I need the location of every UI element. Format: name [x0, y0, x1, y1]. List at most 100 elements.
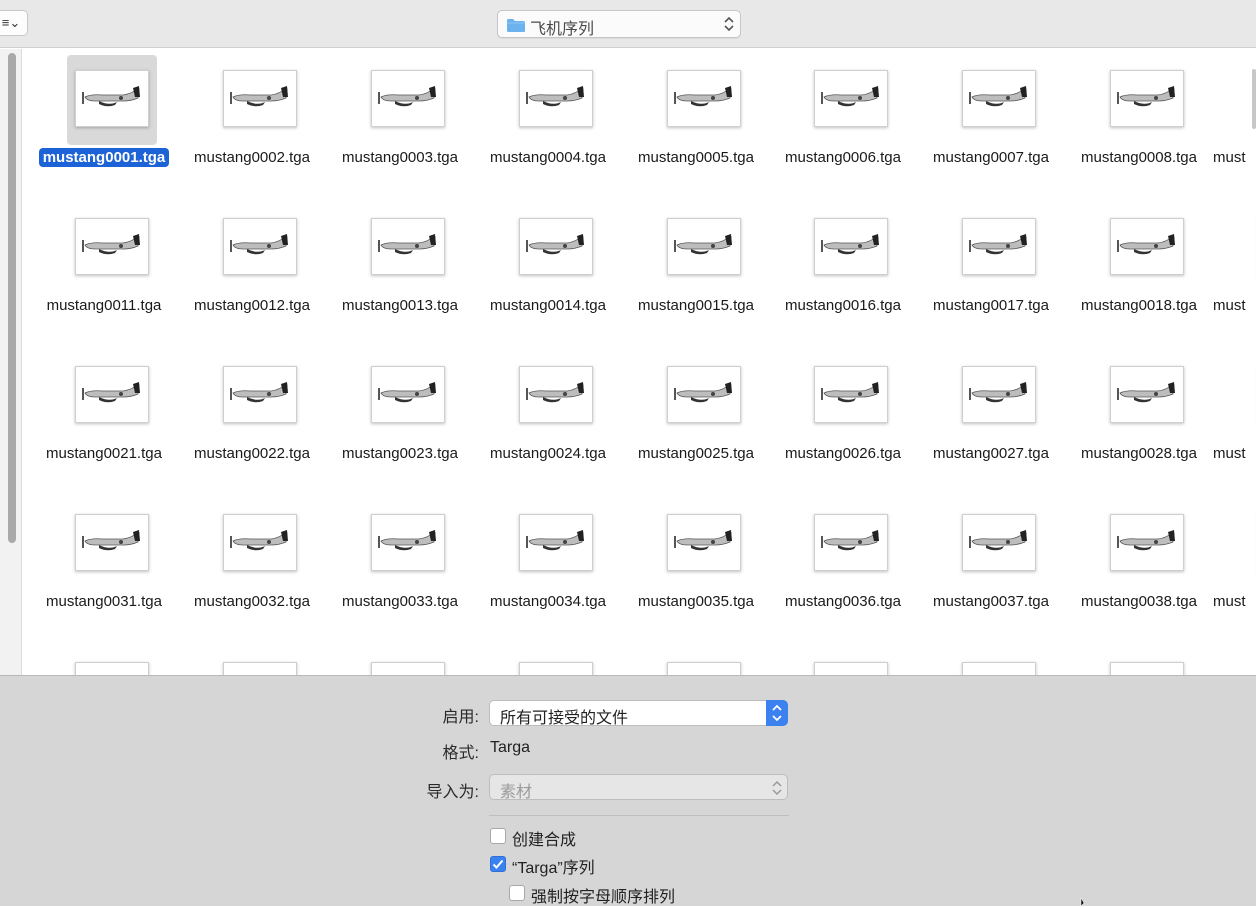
thumbnail-frame [659, 55, 749, 145]
file-item[interactable]: mustang0034.tga [474, 493, 622, 633]
file-item[interactable]: mustang0018.tga [1065, 197, 1213, 337]
airplane-thumbnail-icon [82, 234, 140, 255]
airplane-thumbnail-icon [821, 382, 879, 403]
import-as-select[interactable]: 素材 [489, 774, 788, 801]
file-name-text: mustang0005.tga [638, 149, 754, 166]
file-name-text: mustang0035.tga [638, 593, 754, 610]
partial-thumbnail[interactable] [814, 662, 888, 675]
file-item[interactable]: mustang0017.tga [917, 197, 1065, 337]
image-thumbnail [223, 366, 297, 423]
file-name-label: mustang0005.tga [622, 149, 770, 166]
partial-thumbnail[interactable] [223, 662, 297, 675]
airplane-thumbnail-icon [674, 382, 732, 403]
file-name-label: mustang0028.tga [1065, 445, 1213, 462]
airplane-thumbnail-icon [526, 530, 584, 551]
force-alpha-checkbox[interactable] [509, 885, 525, 901]
file-item[interactable]: mustang0023.tga [326, 345, 474, 485]
file-name-text: mustang0017.tga [933, 297, 1049, 314]
view-options-button[interactable]: ≡⌄ [0, 10, 28, 36]
file-name-label: must [1213, 445, 1256, 462]
thumbnail-frame [215, 351, 305, 441]
file-name-label: mustang0035.tga [622, 593, 770, 610]
file-item[interactable]: mustang0028.tga [1065, 345, 1213, 485]
file-name-text: mustang0011.tga [46, 297, 162, 314]
file-item[interactable]: mustang0012.tga [178, 197, 326, 337]
import-as-select-value: 素材 [500, 784, 533, 801]
file-item[interactable]: mustang0005.tga [622, 49, 770, 189]
file-item[interactable]: mustang0015.tga [622, 197, 770, 337]
file-item[interactable]: mustang0027.tga [917, 345, 1065, 485]
thumbnail-frame [1102, 203, 1192, 293]
thumbnail-frame [1250, 351, 1256, 441]
partial-thumbnail[interactable] [962, 662, 1036, 675]
file-item[interactable]: mustang0026.tga [769, 345, 917, 485]
enable-select[interactable]: 所有可接受的文件 [489, 700, 788, 727]
sequence-checkbox[interactable] [490, 856, 506, 872]
file-item[interactable]: mustang0011.tga [30, 197, 178, 337]
file-item[interactable]: mustang0008.tga [1065, 49, 1213, 189]
file-name-text: mustang0007.tga [933, 149, 1049, 166]
file-item[interactable]: mustang0037.tga [917, 493, 1065, 633]
thumbnail-frame [67, 55, 157, 145]
image-thumbnail [814, 514, 888, 571]
folder-path-popup[interactable]: 飞机序列 [497, 10, 741, 38]
file-name-text: mustang0034.tga [490, 593, 606, 610]
file-item[interactable]: mustang0036.tga [769, 493, 917, 633]
thumbnail-frame [659, 351, 749, 441]
file-item[interactable]: mustang0013.tga [326, 197, 474, 337]
file-item[interactable]: must [1213, 49, 1256, 189]
create-comp-checkbox[interactable] [490, 828, 506, 844]
image-thumbnail [667, 366, 741, 423]
airplane-thumbnail-icon [969, 234, 1027, 255]
file-name-text: mustang0015.tga [638, 297, 754, 314]
partial-thumbnail[interactable] [75, 662, 149, 675]
image-thumbnail [667, 218, 741, 275]
partial-thumbnail[interactable] [519, 662, 593, 675]
vertical-scrollbar[interactable] [8, 53, 16, 543]
file-name-label: mustang0011.tga [30, 297, 178, 314]
file-name-text: mustang0024.tga [490, 445, 606, 462]
image-thumbnail [223, 514, 297, 571]
file-item[interactable]: mustang0021.tga [30, 345, 178, 485]
file-item[interactable]: mustang0007.tga [917, 49, 1065, 189]
thumbnail-frame [954, 203, 1044, 293]
airplane-thumbnail-icon [378, 382, 436, 403]
partial-thumbnail[interactable] [371, 662, 445, 675]
file-item[interactable]: mustang0016.tga [769, 197, 917, 337]
file-item[interactable]: mustang0006.tga [769, 49, 917, 189]
file-name-label: mustang0018.tga [1065, 297, 1213, 314]
file-item[interactable]: mustang0033.tga [326, 493, 474, 633]
airplane-thumbnail-icon [821, 234, 879, 255]
file-name-label: mustang0031.tga [30, 593, 178, 610]
thumbnail-frame [363, 203, 453, 293]
file-item[interactable]: mustang0032.tga [178, 493, 326, 633]
file-name-label: mustang0036.tga [769, 593, 917, 610]
file-browser-grid[interactable]: mustang0001.tga mustang0002.tga mustang000… [0, 49, 1256, 675]
file-item[interactable]: mustang0004.tga [474, 49, 622, 189]
file-item[interactable]: mustang0038.tga [1065, 493, 1213, 633]
file-name-label: mustang0022.tga [178, 445, 326, 462]
image-thumbnail [223, 218, 297, 275]
image-thumbnail [814, 218, 888, 275]
thumbnail-frame [1250, 203, 1256, 293]
image-thumbnail [1110, 70, 1184, 127]
partial-thumbnail[interactable] [667, 662, 741, 675]
file-item[interactable]: must [1213, 197, 1256, 337]
file-item[interactable]: mustang0022.tga [178, 345, 326, 485]
file-name-label: must [1213, 297, 1256, 314]
file-item[interactable]: mustang0024.tga [474, 345, 622, 485]
file-item[interactable]: mustang0025.tga [622, 345, 770, 485]
file-item[interactable]: mustang0001.tga [30, 49, 178, 189]
image-thumbnail [519, 218, 593, 275]
file-item[interactable]: mustang0014.tga [474, 197, 622, 337]
file-item[interactable]: mustang0003.tga [326, 49, 474, 189]
file-item[interactable]: must [1213, 493, 1256, 633]
file-item[interactable]: mustang0035.tga [622, 493, 770, 633]
force-alpha-label: 强制按字母顺序排列 [531, 889, 676, 906]
airplane-thumbnail-icon [378, 530, 436, 551]
file-item[interactable]: mustang0031.tga [30, 493, 178, 633]
partial-thumbnail[interactable] [1110, 662, 1184, 675]
file-item[interactable]: must [1213, 345, 1256, 485]
file-item[interactable]: mustang0002.tga [178, 49, 326, 189]
file-name-label: mustang0002.tga [178, 149, 326, 166]
